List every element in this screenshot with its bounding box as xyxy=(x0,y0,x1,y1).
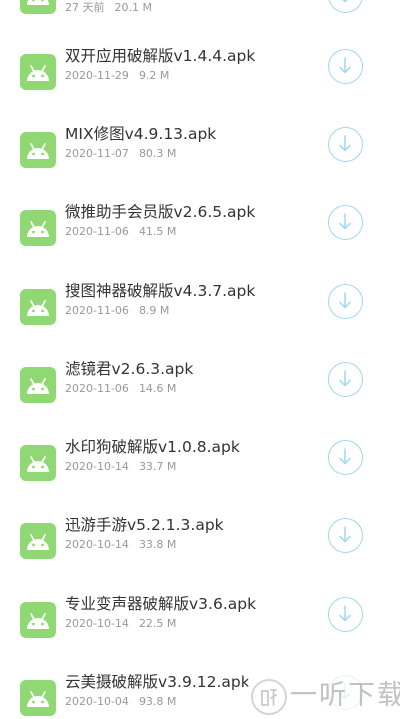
file-meta: 2020-10-04 93.8 M xyxy=(65,695,176,709)
file-date: 2020-11-06 xyxy=(65,382,129,395)
list-item[interactable]: 双开应用破解版v1.4.4.apk 2020-11-29 9.2 M xyxy=(0,46,400,124)
file-meta: 2020-10-14 33.8 M xyxy=(65,538,176,552)
download-button[interactable] xyxy=(328,0,363,13)
download-button[interactable] xyxy=(328,518,363,553)
file-name: 双开应用破解版v1.4.4.apk xyxy=(65,47,256,65)
file-size: 41.5 M xyxy=(138,225,177,238)
file-size: 22.5 M xyxy=(138,617,177,630)
android-icon xyxy=(20,602,56,638)
file-size: 8.9 M xyxy=(138,304,170,317)
file-date: 2020-11-06 xyxy=(65,304,129,317)
file-name: 迅游手游v5.2.1.3.apk xyxy=(65,516,224,534)
download-button[interactable] xyxy=(328,440,363,475)
download-button[interactable] xyxy=(328,284,363,319)
file-name: 滤镜君v2.6.3.apk xyxy=(65,360,194,378)
file-size: 33.8 M xyxy=(138,538,177,551)
list-item[interactable]: 搜图神器破解版v4.3.7.apk 2020-11-06 8.9 M xyxy=(0,281,400,359)
file-date: 2020-10-04 xyxy=(65,695,129,708)
download-button[interactable] xyxy=(328,362,363,397)
file-meta: 2020-11-06 14.6 M xyxy=(65,382,176,396)
download-arrow-icon xyxy=(329,285,362,317)
android-icon xyxy=(20,54,56,90)
file-date: 27 天前 xyxy=(65,1,105,14)
file-meta: 2020-11-06 41.5 M xyxy=(65,225,176,239)
list-item[interactable]: 迅游手游v5.2.1.3.apk 2020-10-14 33.8 M xyxy=(0,515,400,593)
download-button[interactable] xyxy=(328,205,363,240)
file-date: 2020-10-14 xyxy=(65,460,129,473)
file-name: 搜图神器破解版v4.3.7.apk xyxy=(65,282,256,300)
list-item[interactable]: 微推助手会员版v2.6.5.apk 2020-11-06 41.5 M xyxy=(0,202,400,280)
file-size: 9.2 M xyxy=(138,69,170,82)
android-icon xyxy=(20,445,56,481)
android-icon xyxy=(20,680,56,716)
file-meta: 2020-11-07 80.3 M xyxy=(65,147,176,161)
file-date: 2020-10-14 xyxy=(65,538,129,551)
download-arrow-icon xyxy=(329,0,362,11)
file-name: 专业变声器破解版v3.6.apk xyxy=(65,595,257,613)
watermark-text: 一听下载 xyxy=(290,680,400,711)
file-meta: 27 天前 20.1 M xyxy=(65,1,152,15)
list-item[interactable]: 滤镜君v2.6.3.apk 2020-11-06 14.6 M xyxy=(0,359,400,437)
download-button[interactable] xyxy=(328,597,363,632)
file-date: 2020-10-14 xyxy=(65,617,129,630)
file-name: 水印狗破解版v1.0.8.apk xyxy=(65,438,240,456)
file-meta: 2020-11-29 9.2 M xyxy=(65,69,169,83)
yiting-logo-icon xyxy=(250,678,288,716)
android-icon xyxy=(20,0,56,14)
download-arrow-icon xyxy=(329,363,362,395)
file-meta: 2020-11-06 8.9 M xyxy=(65,304,169,318)
file-size: 93.8 M xyxy=(138,695,177,708)
download-button[interactable] xyxy=(328,127,363,162)
list-item[interactable]: 专业变声器破解版v3.6.apk 2020-10-14 22.5 M xyxy=(0,594,400,672)
file-size: 20.1 M xyxy=(114,1,152,14)
download-button[interactable] xyxy=(328,49,363,84)
android-icon xyxy=(20,289,56,325)
android-icon xyxy=(20,367,56,403)
file-date: 2020-11-07 xyxy=(65,147,129,160)
download-arrow-icon xyxy=(329,206,362,238)
apk-file-list: 27 天前 20.1 M 双开应用破解版v1.4.4.apk 2020-11-29… xyxy=(0,0,400,719)
download-arrow-icon xyxy=(329,598,362,630)
download-arrow-icon xyxy=(329,441,362,473)
file-size: 14.6 M xyxy=(138,382,177,395)
download-arrow-icon xyxy=(329,128,362,160)
file-date: 2020-11-29 xyxy=(65,69,129,82)
file-name: 微推助手会员版v2.6.5.apk xyxy=(65,203,256,221)
android-icon xyxy=(20,132,56,168)
android-icon xyxy=(20,210,56,246)
list-item[interactable]: 水印狗破解版v1.0.8.apk 2020-10-14 33.7 M xyxy=(0,437,400,515)
file-size: 80.3 M xyxy=(138,147,177,160)
file-name: 云美摄破解版v3.9.12.apk xyxy=(65,673,250,691)
list-item[interactable]: MIX修图v4.9.13.apk 2020-11-07 80.3 M xyxy=(0,124,400,202)
android-icon xyxy=(20,523,56,559)
download-arrow-icon xyxy=(329,519,362,551)
file-date: 2020-11-06 xyxy=(65,225,129,238)
watermark: 一听下载 xyxy=(248,673,400,719)
file-size: 33.7 M xyxy=(138,460,177,473)
file-meta: 2020-10-14 33.7 M xyxy=(65,460,176,474)
file-name: MIX修图v4.9.13.apk xyxy=(65,125,217,143)
download-arrow-icon xyxy=(329,50,362,82)
file-meta: 2020-10-14 22.5 M xyxy=(65,617,176,631)
